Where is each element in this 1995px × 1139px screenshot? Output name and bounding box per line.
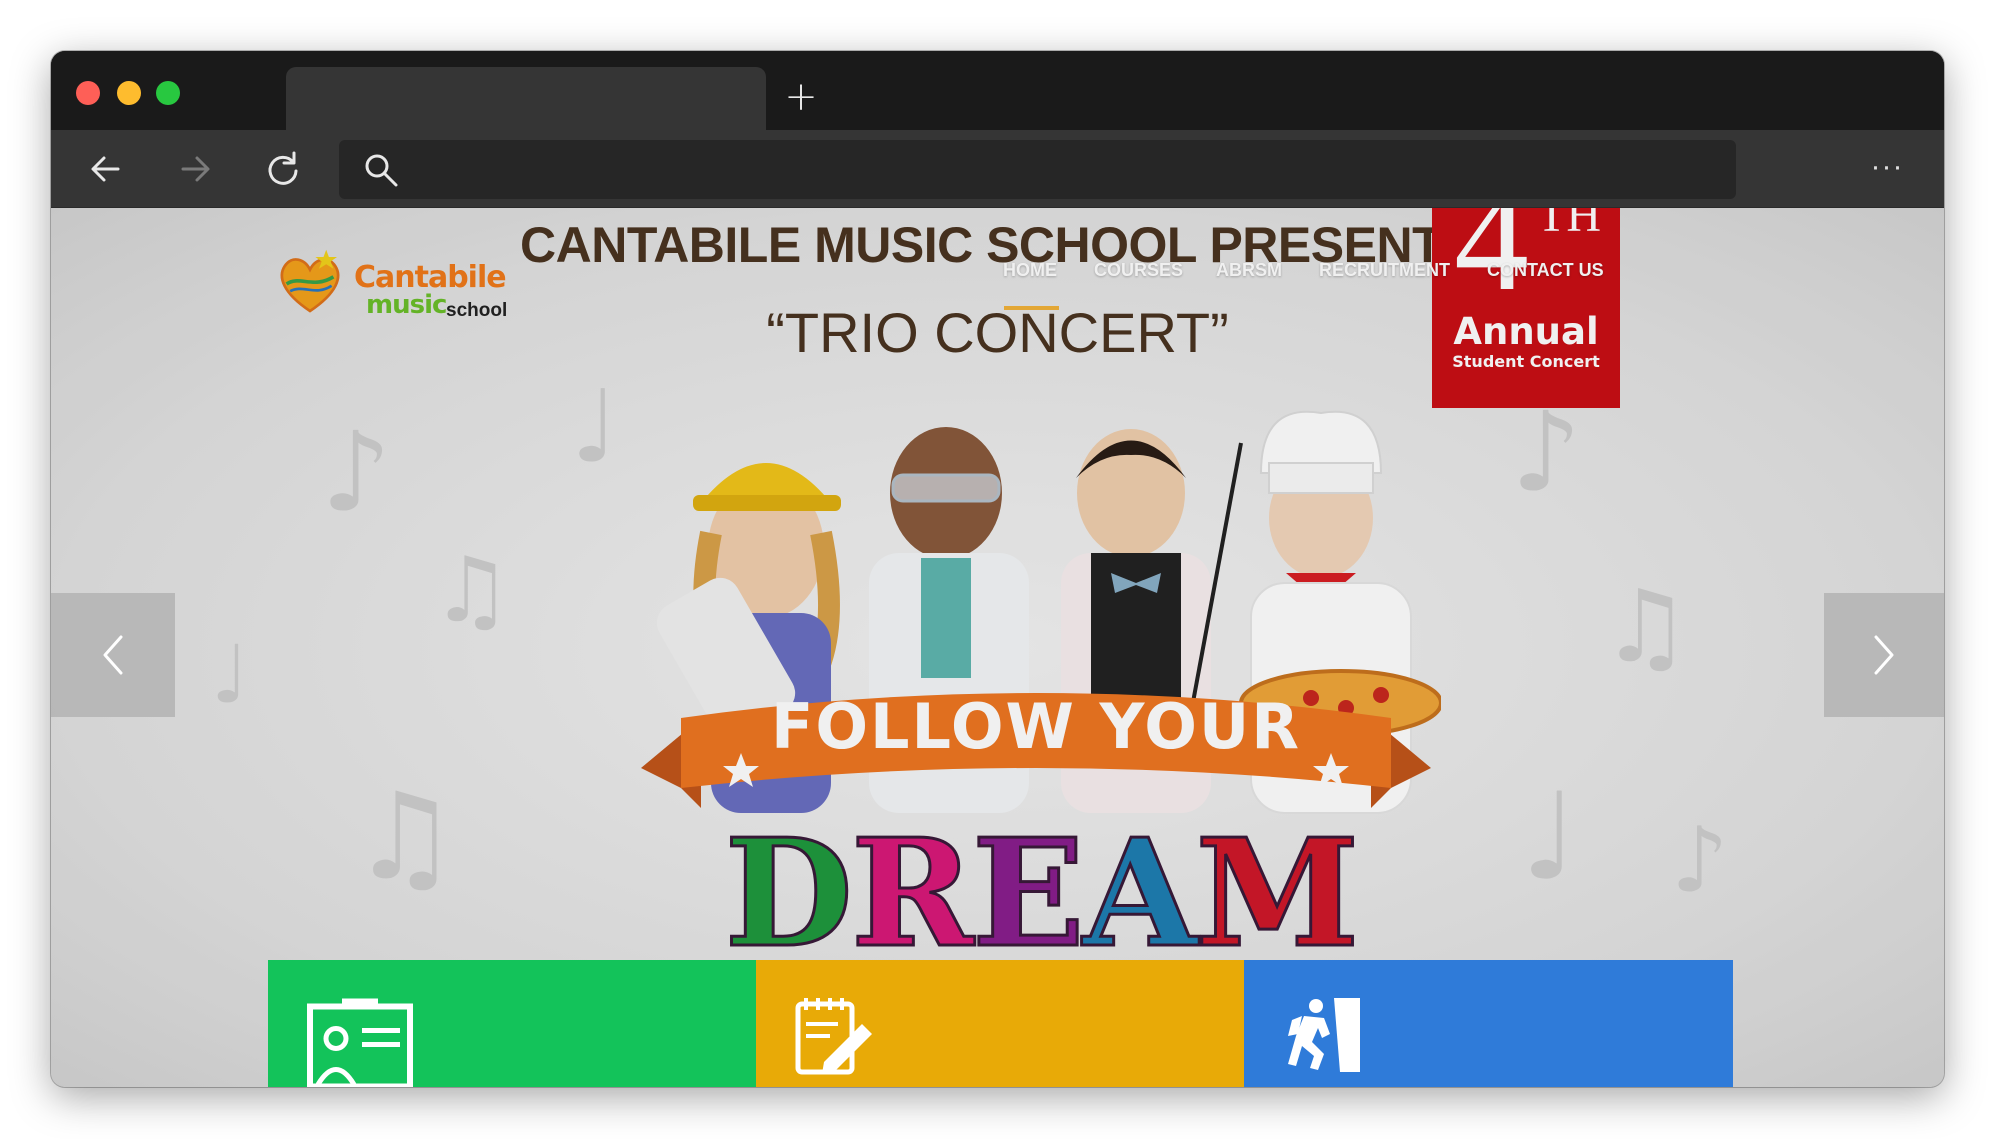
carousel-next-button[interactable]: [1824, 593, 1944, 717]
teacher-presentation-icon: [307, 998, 413, 1087]
browser-window: + ··· ♪ ♫ ♩ ♫ ♪ ♫ ♩ ♪ ♩ CANTABILE MUSIC …: [51, 51, 1944, 1087]
notepad-pencil-icon: [795, 998, 872, 1075]
hero-slide: ♪ ♫ ♩ ♫ ♪ ♫ ♩ ♪ ♩ CANTABILE MUSIC SCHOOL…: [51, 208, 1944, 1087]
page-viewport: ♪ ♫ ♩ ♫ ♪ ♫ ♩ ♪ ♩ CANTABILE MUSIC SCHOOL…: [51, 208, 1944, 1087]
chevron-left-icon: [103, 635, 123, 675]
carousel-prev-button[interactable]: [51, 593, 175, 717]
url-input[interactable]: [409, 140, 1709, 199]
browser-tab[interactable]: [286, 67, 766, 130]
close-window-button[interactable]: [76, 81, 100, 105]
hero-dim-overlay: [51, 208, 1944, 1087]
reload-button[interactable]: [261, 147, 305, 191]
feature-tile-notes[interactable]: [756, 960, 1244, 1087]
back-button[interactable]: [84, 147, 128, 191]
reload-icon: [268, 151, 298, 185]
feature-tile-achievement[interactable]: [1244, 960, 1733, 1087]
feature-tile-teaching[interactable]: [268, 960, 756, 1087]
tab-bar: +: [51, 51, 1944, 130]
browser-menu-button[interactable]: ···: [1867, 152, 1907, 186]
search-icon: [365, 154, 398, 187]
arrow-left-icon: [91, 156, 120, 182]
address-bar[interactable]: [339, 140, 1736, 199]
browser-toolbar: ···: [51, 130, 1944, 208]
climbing-person-icon: [1288, 998, 1360, 1072]
feature-tiles: [268, 960, 1733, 1087]
maximize-window-button[interactable]: [156, 81, 180, 105]
arrow-right-icon: [181, 156, 210, 182]
forward-button[interactable]: [173, 147, 217, 191]
minimize-window-button[interactable]: [117, 81, 141, 105]
chevron-right-icon: [1874, 635, 1894, 675]
new-tab-button[interactable]: +: [784, 77, 818, 117]
